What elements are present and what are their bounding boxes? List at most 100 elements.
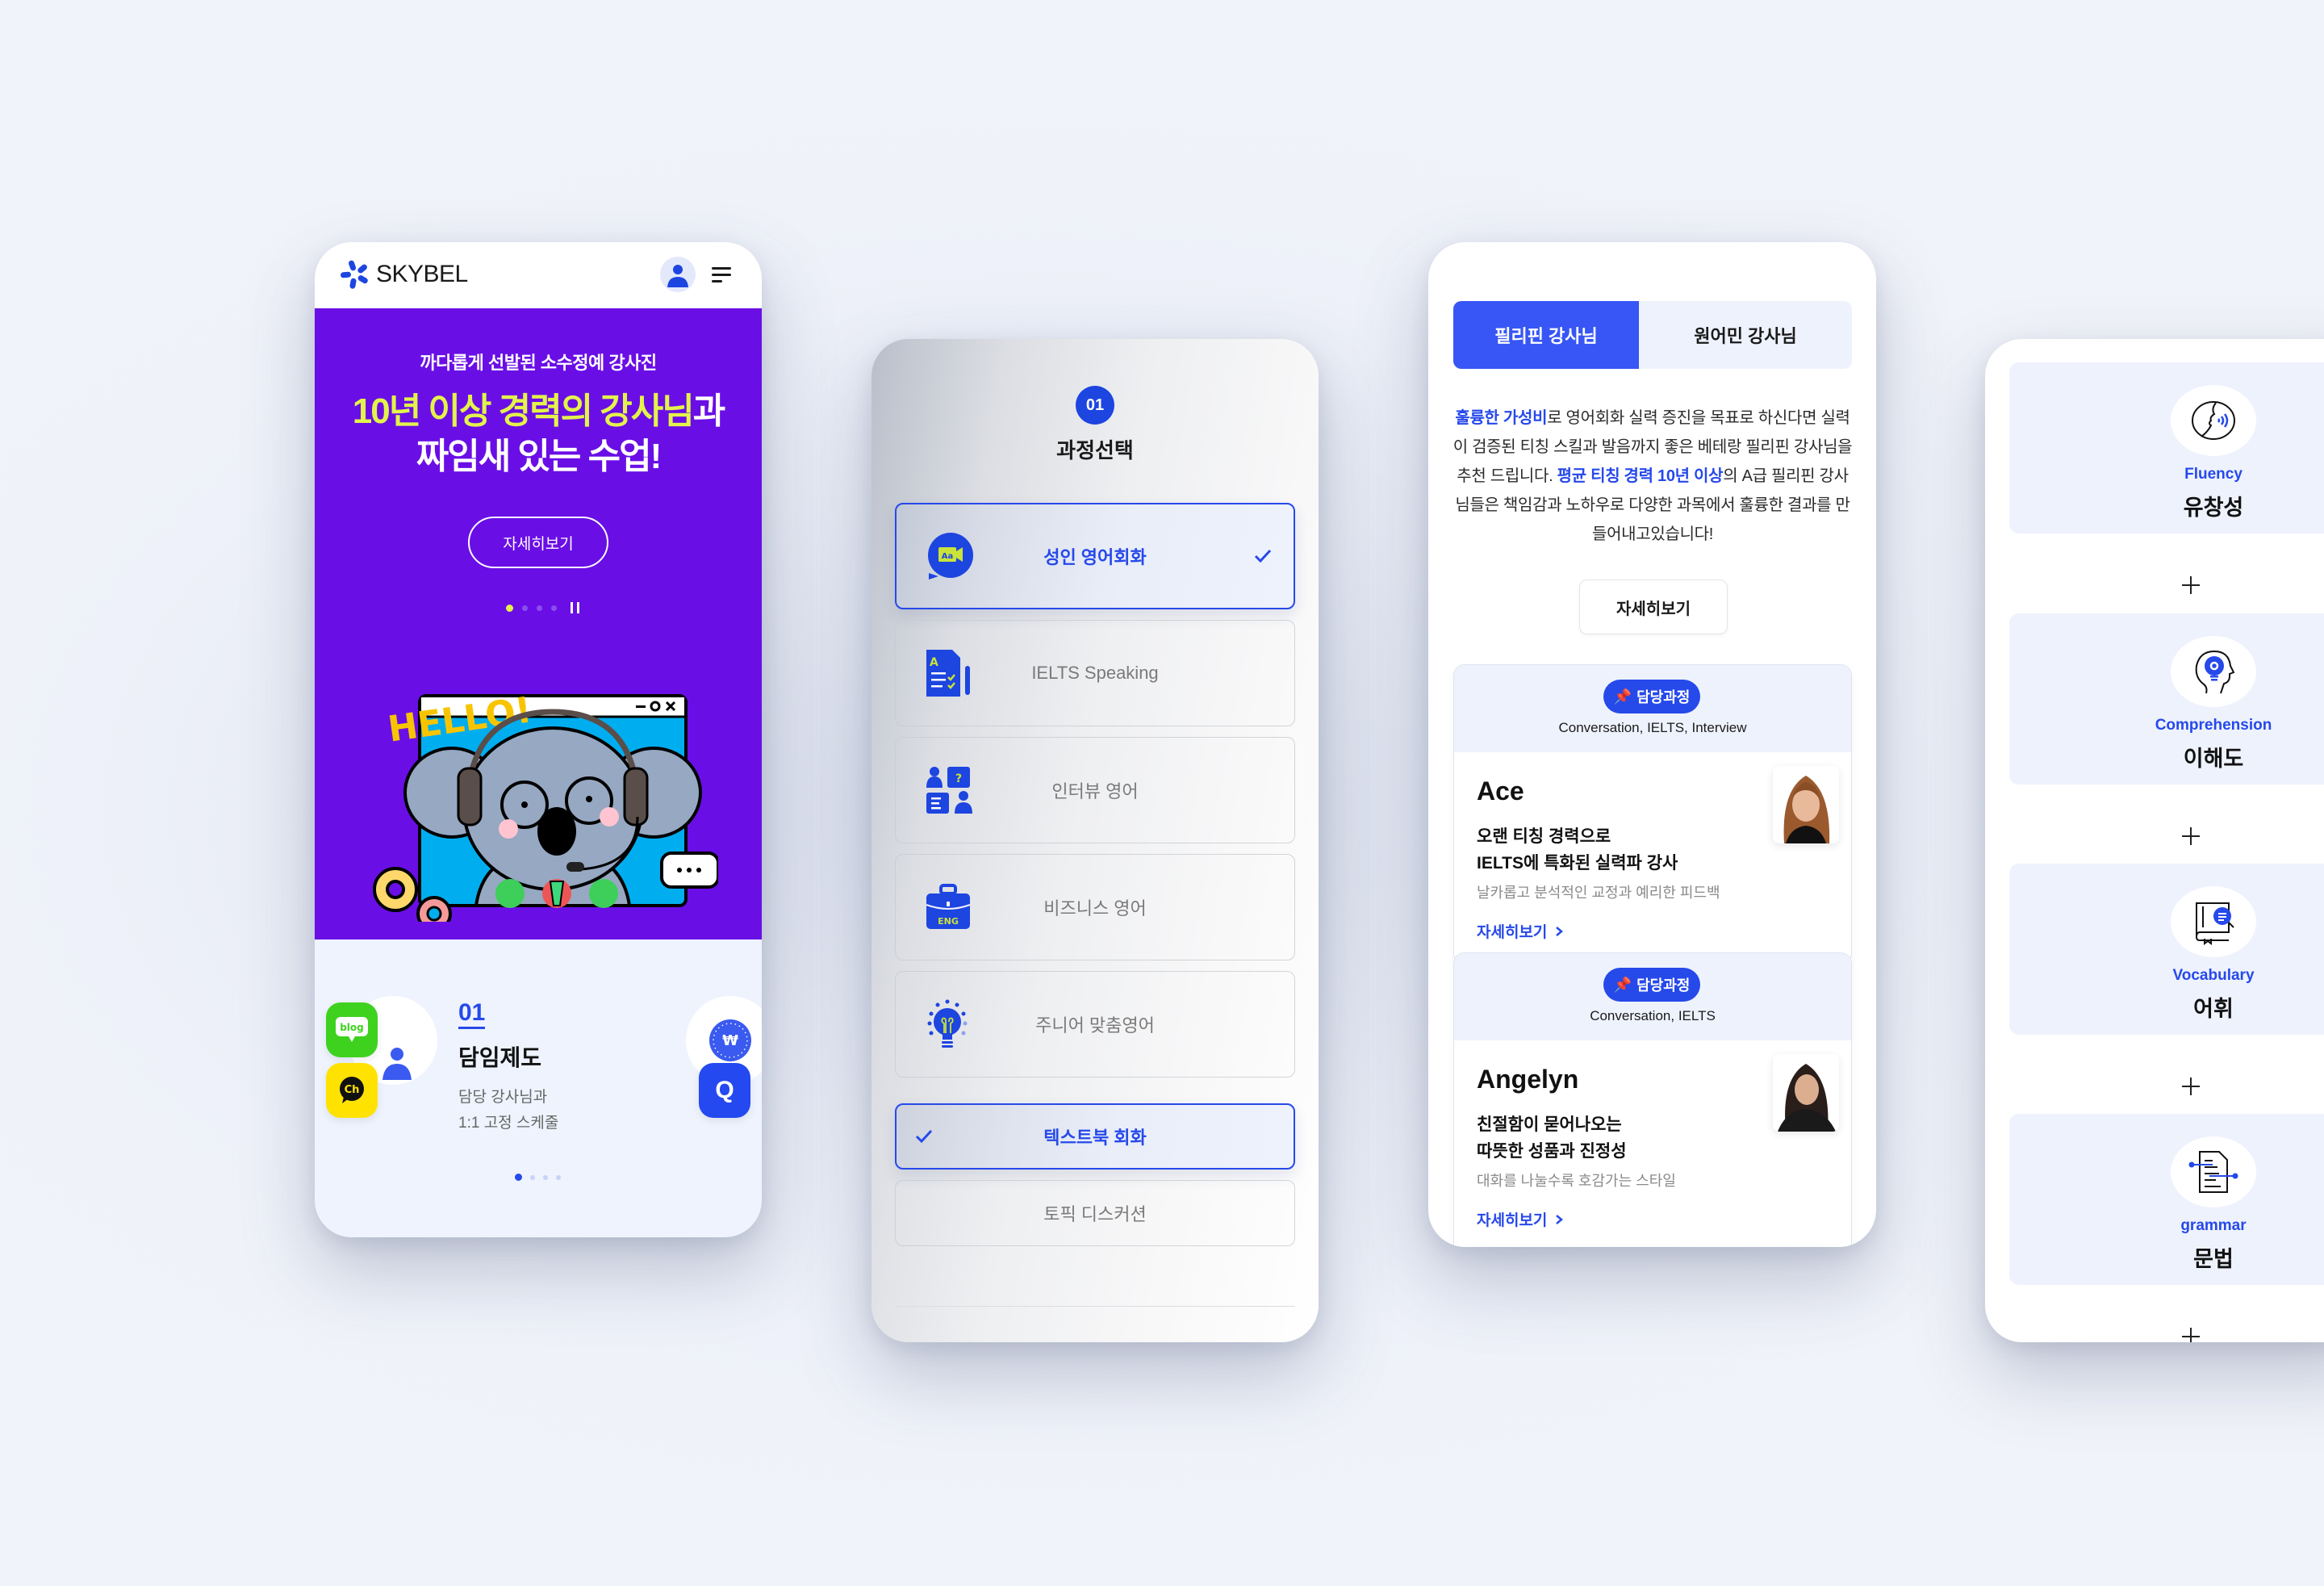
skill-english-label: Comprehension [2155,717,2272,734]
skill-card-comprehension: Comprehension 이해도 [2009,613,2324,785]
hero-title-line2: 짜임새 있는 수업! [416,437,662,476]
svg-text:ENG: ENG [938,916,959,927]
pushpin-icon: 📌 [1613,688,1632,705]
teacher-headline-line2: 따뜻한 성품과 진정성 [1477,1142,1627,1161]
teacher-description: 대화를 나눌수록 호감가는 스타일 [1477,1173,1676,1189]
skill-english-label: Fluency [2184,466,2242,483]
teacher-details-link[interactable]: 자세히보기 [1477,920,1564,942]
hero-title: 10년 이상 경력의 강사님과 짜임새 있는 수업! [315,389,762,479]
briefcase-eng-icon: ENG [926,884,971,929]
course-option-adult-conversation[interactable]: Aa 성인 영어회화 [895,503,1295,609]
slide-dot[interactable] [522,605,528,611]
teacher-link-label: 자세히보기 [1477,1212,1548,1229]
course-option-junior[interactable]: 주니어 맞춤영어 [895,971,1295,1078]
intro-highlight-2: 평균 티칭 경력 10년 이상 [1557,467,1724,485]
slide-dot-active[interactable] [506,604,513,612]
course-label: IELTS Speaking [1031,663,1159,683]
test-document-icon: A [926,650,970,697]
teacher-description: 날카롭고 분석적인 교정과 예리한 피드백 [1477,885,1720,901]
plus-icon [2182,827,2200,845]
koala-video-call-illustration: HELLO! [373,689,718,922]
skill-card-vocabulary: Vocabulary 어휘 [2009,864,2324,1035]
sub-option-textbook[interactable]: 텍스트북 회화 [895,1103,1295,1170]
svg-text:blog: blog [340,1022,364,1033]
badge-label: 담당과정 [1636,977,1691,994]
top-header: SKYBEL [315,242,762,308]
teacher-headline-line1: 친절함이 묻어나오는 [1477,1115,1622,1134]
hero-details-button[interactable]: 자세히보기 [468,517,608,568]
check-icon [1254,549,1272,563]
skill-english-label: Vocabulary [2172,967,2255,984]
book-search-icon [2171,886,2256,957]
feature-dot[interactable] [530,1174,535,1180]
pause-icon[interactable] [571,602,579,613]
teacher-name: Angelyn [1477,1065,1579,1094]
feature-number: 01 [458,1001,486,1029]
blog-app-icon: blog [326,1002,378,1057]
user-avatar-icon[interactable] [660,257,696,292]
teacher-tabs: 필리핀 강사님 원어민 강사님 [1453,301,1852,369]
feature-dot-active[interactable] [515,1174,522,1181]
hamburger-menu-icon[interactable] [712,265,733,286]
slide-dot[interactable] [551,605,557,611]
teacher-details-link[interactable]: 자세히보기 [1477,1208,1564,1230]
feature-slider: blog Ch 01 담임제도 담당 강사님과 1:1 고정 스케줄 ₩ Q [315,939,762,1237]
tab-filipino-teachers[interactable]: 필리핀 강사님 [1453,301,1639,369]
chevron-right-icon [1556,1214,1564,1224]
skybel-star-icon [341,260,368,289]
hero-banner: 까다롭게 선발된 소수정예 강사진 10년 이상 경력의 강사님과 짜임새 있는… [315,308,762,939]
course-label: 인터뷰 영어 [1051,781,1139,801]
feature-dot[interactable] [556,1174,561,1180]
teacher-intro-text: 훌륭한 가성비로 영어회화 실력 증진을 목표로 하신다면 실력이 검증된 티칭… [1452,404,1853,549]
speaking-head-icon [2171,385,2256,456]
plus-icon [2182,576,2200,594]
course-badge: 📌 담당과정 [1603,680,1700,713]
home-screen-mockup: SKYBEL 까다롭게 선발된 소수정예 강사진 10년 이상 경력의 강사님과… [315,242,762,1237]
q-app-icon: Q [699,1063,750,1118]
feature-dot[interactable] [543,1174,548,1180]
svg-text:Ch: Ch [345,1084,360,1096]
plus-icon [2182,1078,2200,1095]
teachers-details-button[interactable]: 자세히보기 [1579,580,1728,634]
feature-title: 담임제도 [458,1045,542,1070]
teacher-card: 📌 담당과정 Conversation, IELTS, Interview Ace… [1453,664,1852,965]
sub-option-label: 토픽 디스커션 [1043,1204,1147,1224]
divider [895,1306,1295,1307]
course-option-ielts[interactable]: A IELTS Speaking [895,620,1295,726]
teacher-courses: Conversation, IELTS [1590,1008,1716,1023]
teacher-headline-line2: IELTS에 특화된 실력파 강사 [1477,854,1678,873]
feature-desc-line1: 담당 강사님과 [458,1089,548,1106]
svg-text:A: A [930,656,938,669]
feature-pagination [515,1174,561,1181]
course-option-interview[interactable]: ? 인터뷰 영어 [895,737,1295,843]
course-badge: 📌 담당과정 [1603,968,1700,1002]
lightbulb-icon [927,999,968,1048]
hero-slider-pagination [506,602,579,613]
course-select-title: 과정선택 [1056,438,1134,462]
sub-option-label: 텍스트북 회화 [1043,1128,1147,1148]
skill-english-label: grammar [2180,1217,2247,1234]
skybel-logo[interactable]: SKYBEL [339,258,468,291]
feature-desc-line2: 1:1 고정 스케줄 [458,1115,559,1132]
intro-highlight-1: 훌륭한 가성비 [1455,409,1548,427]
sub-option-topic-discussion[interactable]: 토픽 디스커션 [895,1180,1295,1246]
person-icon [382,1048,412,1080]
q-app-label: Q [715,1077,734,1103]
teacher-photo [1773,1054,1839,1132]
slide-dot[interactable] [537,605,542,611]
hero-title-highlight: 10년 이상 경력의 강사님 [352,391,695,431]
course-option-business[interactable]: ENG 비즈니스 영어 [895,854,1295,960]
course-label: 주니어 맞춤영어 [1035,1015,1155,1036]
interview-people-icon: ? [926,767,972,814]
teacher-link-label: 자세히보기 [1477,924,1548,941]
course-label: 성인 영어회화 [1043,547,1147,567]
feature-description: 담당 강사님과 1:1 고정 스케줄 [458,1085,558,1136]
teachers-mockup: 필리핀 강사님 원어민 강사님 훌륭한 가성비로 영어회화 실력 증진을 목표로… [1428,242,1876,1247]
svg-text:?: ? [955,772,962,785]
chevron-right-icon [1556,926,1564,936]
teacher-headline-line1: 오랜 티칭 경력으로 [1477,827,1611,846]
won-coin-icon: ₩ [709,1019,751,1061]
skill-korean-label: 문법 [2193,1247,2234,1271]
skill-korean-label: 이해도 [2183,747,2244,771]
tab-native-teachers[interactable]: 원어민 강사님 [1639,301,1852,369]
